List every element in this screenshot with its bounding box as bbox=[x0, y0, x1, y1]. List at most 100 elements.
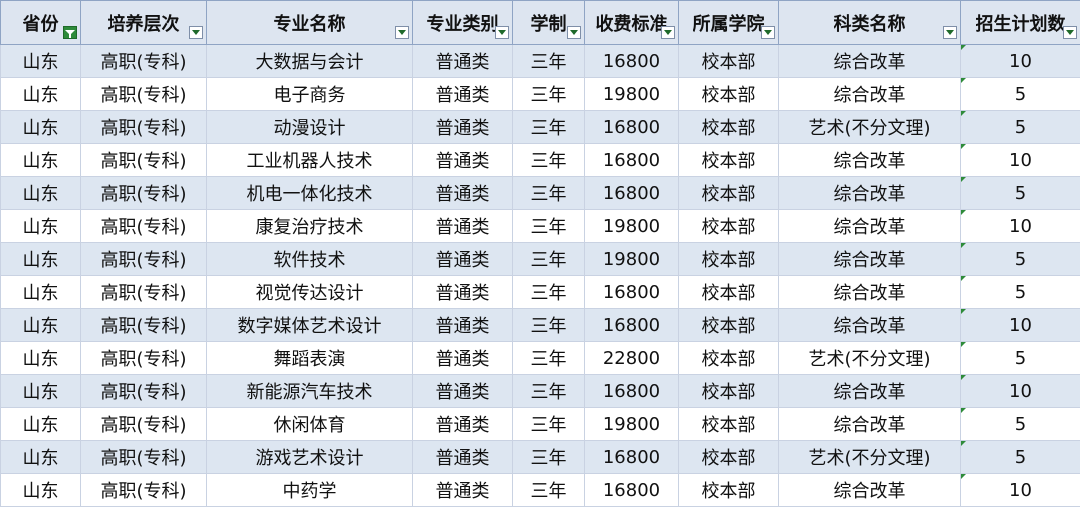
cell-enrollment-plan[interactable]: 5 bbox=[961, 243, 1080, 276]
cell-duration[interactable]: 三年 bbox=[513, 276, 585, 309]
cell-subject-type[interactable]: 综合改革 bbox=[779, 243, 961, 276]
cell-category[interactable]: 普通类 bbox=[413, 111, 513, 144]
cell-province[interactable]: 山东 bbox=[1, 408, 81, 441]
cell-duration[interactable]: 三年 bbox=[513, 111, 585, 144]
cell-tuition[interactable]: 22800 bbox=[585, 342, 679, 375]
cell-category[interactable]: 普通类 bbox=[413, 78, 513, 111]
filter-dropdown-button[interactable] bbox=[1063, 26, 1077, 39]
cell-subject-type[interactable]: 综合改革 bbox=[779, 375, 961, 408]
cell-duration[interactable]: 三年 bbox=[513, 177, 585, 210]
cell-level[interactable]: 高职(专科) bbox=[81, 177, 207, 210]
cell-subject-type[interactable]: 综合改革 bbox=[779, 309, 961, 342]
cell-college[interactable]: 校本部 bbox=[679, 111, 779, 144]
cell-enrollment-plan[interactable]: 5 bbox=[961, 342, 1080, 375]
cell-level[interactable]: 高职(专科) bbox=[81, 408, 207, 441]
cell-enrollment-plan[interactable]: 5 bbox=[961, 177, 1080, 210]
table-row[interactable]: 山东高职(专科)视觉传达设计普通类三年16800校本部综合改革5 bbox=[1, 276, 1080, 309]
cell-tuition[interactable]: 19800 bbox=[585, 78, 679, 111]
filter-dropdown-button[interactable] bbox=[567, 26, 581, 39]
cell-tuition[interactable]: 16800 bbox=[585, 111, 679, 144]
cell-enrollment-plan[interactable]: 5 bbox=[961, 111, 1080, 144]
cell-subject-type[interactable]: 综合改革 bbox=[779, 45, 961, 78]
cell-major-name[interactable]: 休闲体育 bbox=[207, 408, 413, 441]
cell-duration[interactable]: 三年 bbox=[513, 342, 585, 375]
cell-subject-type[interactable]: 综合改革 bbox=[779, 276, 961, 309]
cell-level[interactable]: 高职(专科) bbox=[81, 342, 207, 375]
table-row[interactable]: 山东高职(专科)新能源汽车技术普通类三年16800校本部综合改革10 bbox=[1, 375, 1080, 408]
filter-dropdown-button[interactable] bbox=[495, 26, 509, 39]
cell-major-name[interactable]: 游戏艺术设计 bbox=[207, 441, 413, 474]
cell-category[interactable]: 普通类 bbox=[413, 309, 513, 342]
cell-enrollment-plan[interactable]: 5 bbox=[961, 78, 1080, 111]
cell-college[interactable]: 校本部 bbox=[679, 243, 779, 276]
cell-college[interactable]: 校本部 bbox=[679, 375, 779, 408]
cell-duration[interactable]: 三年 bbox=[513, 144, 585, 177]
cell-category[interactable]: 普通类 bbox=[413, 243, 513, 276]
cell-category[interactable]: 普通类 bbox=[413, 408, 513, 441]
cell-province[interactable]: 山东 bbox=[1, 45, 81, 78]
cell-category[interactable]: 普通类 bbox=[413, 375, 513, 408]
cell-tuition[interactable]: 16800 bbox=[585, 309, 679, 342]
cell-subject-type[interactable]: 综合改革 bbox=[779, 78, 961, 111]
cell-level[interactable]: 高职(专科) bbox=[81, 210, 207, 243]
cell-province[interactable]: 山东 bbox=[1, 276, 81, 309]
table-row[interactable]: 山东高职(专科)电子商务普通类三年19800校本部综合改革5 bbox=[1, 78, 1080, 111]
cell-tuition[interactable]: 16800 bbox=[585, 177, 679, 210]
cell-level[interactable]: 高职(专科) bbox=[81, 144, 207, 177]
cell-college[interactable]: 校本部 bbox=[679, 276, 779, 309]
cell-tuition[interactable]: 19800 bbox=[585, 210, 679, 243]
cell-duration[interactable]: 三年 bbox=[513, 78, 585, 111]
cell-province[interactable]: 山东 bbox=[1, 111, 81, 144]
cell-duration[interactable]: 三年 bbox=[513, 375, 585, 408]
cell-major-name[interactable]: 数字媒体艺术设计 bbox=[207, 309, 413, 342]
cell-duration[interactable]: 三年 bbox=[513, 441, 585, 474]
cell-province[interactable]: 山东 bbox=[1, 342, 81, 375]
cell-major-name[interactable]: 工业机器人技术 bbox=[207, 144, 413, 177]
filter-dropdown-button[interactable] bbox=[943, 26, 957, 39]
column-header-college[interactable]: 所属学院 bbox=[679, 1, 779, 45]
filter-dropdown-button[interactable] bbox=[761, 26, 775, 39]
table-row[interactable]: 山东高职(专科)数字媒体艺术设计普通类三年16800校本部综合改革10 bbox=[1, 309, 1080, 342]
cell-category[interactable]: 普通类 bbox=[413, 144, 513, 177]
cell-duration[interactable]: 三年 bbox=[513, 45, 585, 78]
cell-major-name[interactable]: 视觉传达设计 bbox=[207, 276, 413, 309]
table-row[interactable]: 山东高职(专科)动漫设计普通类三年16800校本部艺术(不分文理)5 bbox=[1, 111, 1080, 144]
cell-college[interactable]: 校本部 bbox=[679, 210, 779, 243]
cell-level[interactable]: 高职(专科) bbox=[81, 45, 207, 78]
column-header-duration[interactable]: 学制 bbox=[513, 1, 585, 45]
cell-major-name[interactable]: 舞蹈表演 bbox=[207, 342, 413, 375]
cell-province[interactable]: 山东 bbox=[1, 144, 81, 177]
cell-subject-type[interactable]: 综合改革 bbox=[779, 408, 961, 441]
cell-enrollment-plan[interactable]: 10 bbox=[961, 375, 1080, 408]
cell-major-name[interactable]: 机电一体化技术 bbox=[207, 177, 413, 210]
cell-province[interactable]: 山东 bbox=[1, 441, 81, 474]
cell-category[interactable]: 普通类 bbox=[413, 441, 513, 474]
cell-subject-type[interactable]: 综合改革 bbox=[779, 144, 961, 177]
cell-tuition[interactable]: 16800 bbox=[585, 276, 679, 309]
cell-major-name[interactable]: 电子商务 bbox=[207, 78, 413, 111]
cell-duration[interactable]: 三年 bbox=[513, 243, 585, 276]
cell-college[interactable]: 校本部 bbox=[679, 309, 779, 342]
column-header-tuition[interactable]: 收费标准 bbox=[585, 1, 679, 45]
column-header-level[interactable]: 培养层次 bbox=[81, 1, 207, 45]
filter-dropdown-button[interactable] bbox=[189, 26, 203, 39]
cell-tuition[interactable]: 19800 bbox=[585, 243, 679, 276]
cell-tuition[interactable]: 16800 bbox=[585, 375, 679, 408]
cell-province[interactable]: 山东 bbox=[1, 177, 81, 210]
table-row[interactable]: 山东高职(专科)软件技术普通类三年19800校本部综合改革5 bbox=[1, 243, 1080, 276]
cell-college[interactable]: 校本部 bbox=[679, 408, 779, 441]
cell-level[interactable]: 高职(专科) bbox=[81, 375, 207, 408]
cell-college[interactable]: 校本部 bbox=[679, 441, 779, 474]
table-row[interactable]: 山东高职(专科)工业机器人技术普通类三年16800校本部综合改革10 bbox=[1, 144, 1080, 177]
cell-duration[interactable]: 三年 bbox=[513, 309, 585, 342]
column-header-major-name[interactable]: 专业名称 bbox=[207, 1, 413, 45]
cell-major-name[interactable]: 康复治疗技术 bbox=[207, 210, 413, 243]
cell-major-name[interactable]: 大数据与会计 bbox=[207, 45, 413, 78]
column-header-province[interactable]: 省份 bbox=[1, 1, 81, 45]
cell-major-name[interactable]: 动漫设计 bbox=[207, 111, 413, 144]
filter-dropdown-button[interactable] bbox=[661, 26, 675, 39]
cell-college[interactable]: 校本部 bbox=[679, 78, 779, 111]
cell-category[interactable]: 普通类 bbox=[413, 210, 513, 243]
cell-enrollment-plan[interactable]: 10 bbox=[961, 144, 1080, 177]
cell-college[interactable]: 校本部 bbox=[679, 342, 779, 375]
